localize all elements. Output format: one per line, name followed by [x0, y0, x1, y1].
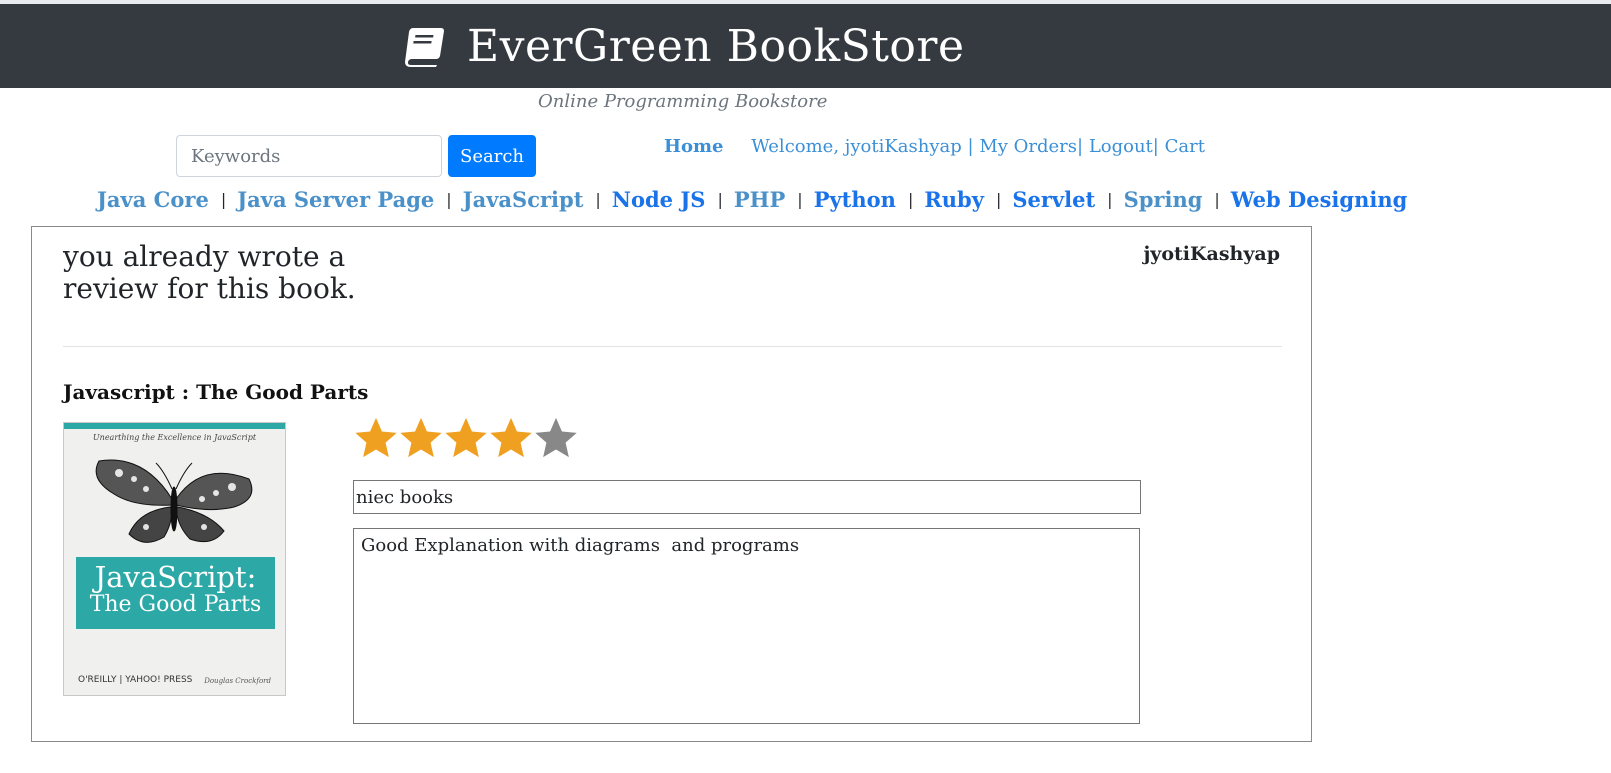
- category-php[interactable]: PHP: [734, 187, 785, 212]
- star-rating[interactable]: [353, 415, 578, 461]
- category-separator: |: [1107, 190, 1113, 209]
- logout-link[interactable]: Logout: [1089, 136, 1153, 157]
- search-input[interactable]: [176, 135, 442, 177]
- star-filled-icon[interactable]: [398, 415, 444, 461]
- star-filled-icon[interactable]: [443, 415, 489, 461]
- review-panel: you already wrote a review for this book…: [31, 226, 1312, 742]
- cover-title-line2: The Good Parts: [89, 592, 262, 617]
- star-empty-icon[interactable]: [533, 415, 579, 461]
- category-separator: |: [220, 190, 227, 209]
- site-tagline: Online Programming Bookstore: [538, 91, 828, 112]
- star-filled-icon[interactable]: [488, 415, 534, 461]
- category-separator: |: [595, 190, 601, 209]
- site-header: EverGreen BookStore: [0, 4, 1611, 88]
- review-headline-field[interactable]: niec books: [353, 480, 1141, 514]
- review-exists-message: you already wrote a review for this book…: [63, 240, 356, 305]
- nav-separator: |: [1152, 136, 1165, 157]
- category-separator: |: [907, 190, 914, 209]
- cart-link[interactable]: Cart: [1165, 136, 1205, 157]
- category-separator: |: [995, 190, 1002, 209]
- book-title: Javascript : The Good Parts: [63, 380, 369, 404]
- search-button[interactable]: Search: [448, 135, 536, 177]
- category-separator: |: [797, 190, 803, 209]
- cover-title-band: JavaScript: The Good Parts: [76, 557, 275, 629]
- divider: [63, 346, 1282, 347]
- book-cover-image: Unearthing the Excellence in JavaScript …: [63, 422, 286, 696]
- my-orders-link[interactable]: My Orders: [979, 136, 1077, 157]
- category-separator: |: [446, 190, 452, 209]
- category-python[interactable]: Python: [814, 187, 896, 212]
- category-servlet[interactable]: Servlet: [1012, 187, 1095, 212]
- user-nav: Home Welcome, jyotiKashyap | My Orders| …: [664, 136, 1205, 157]
- cover-title-line1: JavaScript:: [94, 560, 257, 594]
- category-spring[interactable]: Spring: [1124, 187, 1203, 212]
- star-filled-icon[interactable]: [353, 415, 399, 461]
- cover-author: Douglas Crockford: [204, 677, 271, 685]
- category-java-core[interactable]: Java Core: [97, 187, 209, 212]
- category-separator: |: [717, 190, 723, 209]
- butterfly-illustration: [95, 459, 253, 543]
- book-icon: [405, 28, 444, 67]
- cover-accent-bar: [64, 423, 285, 429]
- category-javascript[interactable]: JavaScript: [463, 187, 584, 212]
- cover-subtitle: Unearthing the Excellence in JavaScript: [92, 433, 257, 442]
- category-node-js[interactable]: Node JS: [612, 187, 706, 212]
- welcome-text: Welcome, jyotiKashyap: [751, 136, 962, 157]
- cover-publisher: O'REILLY | YAHOO! PRESS: [78, 675, 193, 685]
- reviewer-username: jyotiKashyap: [1143, 243, 1280, 265]
- nav-separator: |: [1077, 136, 1089, 157]
- review-comment-field[interactable]: Good Explanation with diagrams and progr…: [353, 528, 1140, 724]
- category-separator: |: [1214, 190, 1220, 209]
- category-java-server-page[interactable]: Java Server Page: [237, 187, 434, 212]
- site-title: EverGreen BookStore: [467, 20, 965, 72]
- home-link[interactable]: Home: [664, 136, 724, 157]
- nav-separator: |: [961, 136, 980, 157]
- category-web-designing[interactable]: Web Designing: [1231, 187, 1407, 212]
- category-ruby[interactable]: Ruby: [924, 187, 984, 212]
- category-bar: Java Core | Java Server Page | JavaScrip…: [97, 187, 1407, 212]
- header-brand[interactable]: EverGreen BookStore: [403, 14, 965, 78]
